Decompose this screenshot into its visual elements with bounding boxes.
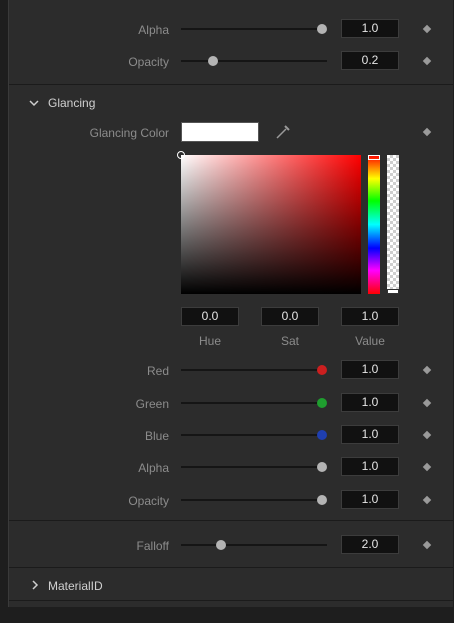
value-field[interactable]: 1.0 xyxy=(341,393,399,412)
color-picker-cursor[interactable] xyxy=(177,151,185,159)
glancing-color-label: Glancing Color xyxy=(89,126,169,140)
param-label: Alpha xyxy=(138,461,169,475)
keyframe-icon[interactable] xyxy=(422,462,432,472)
slider-handle[interactable] xyxy=(317,462,327,472)
section-title: Glancing xyxy=(48,96,96,110)
chevron-right-icon[interactable] xyxy=(31,579,39,593)
hue-field[interactable]: 0.0 xyxy=(181,307,239,326)
param-label: Opacity xyxy=(128,494,169,508)
sat-label: Sat xyxy=(280,334,299,348)
value-field[interactable]: 1.0 xyxy=(341,457,399,476)
slider-track[interactable] xyxy=(181,544,327,546)
slider-handle[interactable] xyxy=(317,398,327,408)
value-field[interactable]: 1.0 xyxy=(341,490,399,509)
hue-marker[interactable] xyxy=(368,155,380,160)
section-divider xyxy=(9,600,453,601)
param-label: Blue xyxy=(144,429,169,443)
slider-handle[interactable] xyxy=(208,56,218,66)
param-label: Opacity xyxy=(128,55,169,69)
slider-track[interactable] xyxy=(181,60,327,62)
value-field[interactable]: 1.0 xyxy=(341,307,399,326)
keyframe-icon[interactable] xyxy=(422,430,432,440)
slider-handle[interactable] xyxy=(317,430,327,440)
sat-field[interactable]: 0.0 xyxy=(261,307,319,326)
slider-track[interactable] xyxy=(181,434,327,436)
slider-track[interactable] xyxy=(181,369,327,371)
alpha-strip[interactable] xyxy=(387,155,399,294)
slider-handle[interactable] xyxy=(317,495,327,505)
keyframe-icon[interactable] xyxy=(422,495,432,505)
section-title: MaterialID xyxy=(48,579,103,593)
hue-label: Hue xyxy=(198,334,221,348)
slider-track[interactable] xyxy=(181,466,327,468)
slider-track[interactable] xyxy=(181,499,327,501)
slider-handle[interactable] xyxy=(216,540,226,550)
keyframe-icon[interactable] xyxy=(422,24,432,34)
param-label: Alpha xyxy=(138,23,169,37)
value-field[interactable]: 0.2 xyxy=(341,51,399,70)
slider-handle[interactable] xyxy=(317,365,327,375)
value-field[interactable]: 1.0 xyxy=(341,360,399,379)
keyframe-icon[interactable] xyxy=(422,365,432,375)
section-divider xyxy=(9,520,453,521)
section-divider xyxy=(9,84,453,85)
chevron-down-icon[interactable] xyxy=(29,96,39,110)
keyframe-icon[interactable] xyxy=(422,540,432,550)
eyedropper-icon[interactable] xyxy=(275,124,291,143)
inspector-panel: Alpha 1.0 Opacity 0.2 Glancing Glancing … xyxy=(8,0,453,607)
alpha-marker[interactable] xyxy=(387,289,399,294)
slider-track[interactable] xyxy=(181,28,327,30)
slider-track[interactable] xyxy=(181,402,327,404)
saturation-value-field[interactable] xyxy=(177,151,361,294)
value-field[interactable]: 1.0 xyxy=(341,19,399,38)
param-label: Red xyxy=(146,364,169,378)
param-label: Falloff xyxy=(136,539,169,553)
value-field[interactable]: 1.0 xyxy=(341,425,399,444)
hue-strip[interactable] xyxy=(368,155,380,294)
keyframe-icon[interactable] xyxy=(422,56,432,66)
value-label: Value xyxy=(355,334,385,348)
keyframe-icon[interactable] xyxy=(422,398,432,408)
keyframe-icon[interactable] xyxy=(422,127,432,137)
value-field[interactable]: 2.0 xyxy=(341,535,399,554)
param-label: Green xyxy=(135,397,169,411)
section-divider xyxy=(9,567,453,568)
slider-handle[interactable] xyxy=(317,24,327,34)
color-swatch[interactable] xyxy=(181,122,259,142)
